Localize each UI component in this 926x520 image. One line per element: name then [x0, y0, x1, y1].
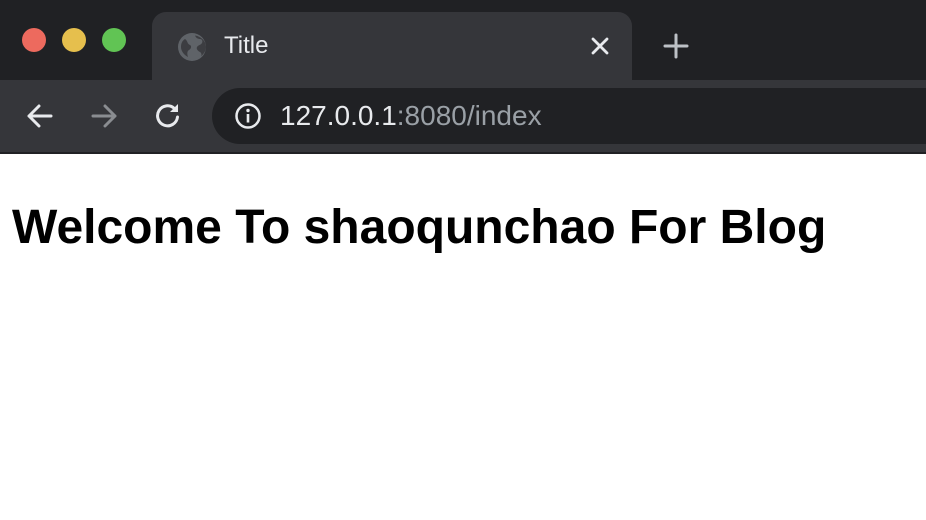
page-content: Welcome To shaoqunchao For Blog [0, 154, 926, 520]
window-maximize-button[interactable] [102, 28, 126, 52]
url-host: 127.0.0.1 [280, 100, 397, 131]
arrow-right-icon[interactable] [88, 100, 120, 132]
tab-active[interactable]: Title [152, 12, 632, 82]
globe-icon [178, 33, 206, 61]
tab-strip: Title [0, 0, 926, 82]
arrow-left-icon[interactable] [24, 100, 56, 132]
window-close-button[interactable] [22, 28, 46, 52]
plus-icon[interactable] [662, 32, 690, 60]
window-minimize-button[interactable] [62, 28, 86, 52]
browser-window: Title 127.0.0.1:8080/index Welcome To sh… [0, 0, 926, 520]
url-path: :8080/index [396, 100, 542, 131]
info-icon[interactable] [234, 102, 262, 130]
toolbar: 127.0.0.1:8080/index [0, 80, 926, 152]
close-icon[interactable] [588, 34, 612, 58]
reload-icon[interactable] [152, 100, 184, 132]
address-bar[interactable]: 127.0.0.1:8080/index [212, 88, 926, 144]
tab-title: Title [224, 32, 269, 59]
page-heading: Welcome To shaoqunchao For Blog [12, 201, 827, 254]
url-text[interactable]: 127.0.0.1:8080/index [280, 100, 542, 132]
